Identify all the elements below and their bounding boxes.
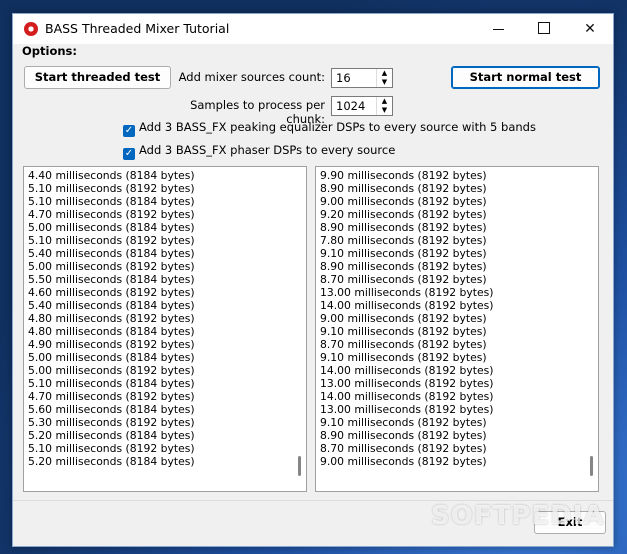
list-item[interactable]: 5.50 milliseconds (8184 bytes) [28,273,288,286]
footer-divider [13,500,613,501]
start-threaded-test-button[interactable]: Start threaded test [24,66,171,89]
list-item[interactable]: 9.10 milliseconds (8192 bytes) [320,416,580,429]
list-item[interactable]: 8.90 milliseconds (8192 bytes) [320,182,580,195]
bass-app-icon [24,22,38,36]
threaded-results-list[interactable]: 4.40 milliseconds (8184 bytes) 5.10 milli… [23,166,307,492]
list-item[interactable]: 4.80 milliseconds (8184 bytes) [28,325,288,338]
sources-count-spin-arrows[interactable]: ▲ ▼ [376,69,392,87]
list-item[interactable]: 9.00 milliseconds (8192 bytes) [320,195,580,208]
list-item[interactable]: 4.40 milliseconds (8184 bytes) [28,169,288,182]
list-item[interactable]: 13.00 milliseconds (8192 bytes) [320,377,580,390]
phaser-checkbox[interactable]: ✓ [123,148,135,160]
list-item[interactable]: 14.00 milliseconds (8192 bytes) [320,364,580,377]
minimize-icon [492,28,504,30]
phaser-checkbox-row[interactable]: ✓ Add 3 BASS_FX phaser DSPs to every sour… [123,143,395,160]
close-button[interactable]: ✕ [567,14,613,44]
list-item[interactable]: 4.90 milliseconds (8192 bytes) [28,338,288,351]
phaser-label: Add 3 BASS_FX phaser DSPs to every sourc… [139,143,396,157]
list-item[interactable]: 5.10 milliseconds (8192 bytes) [28,442,288,455]
normal-results-scrollbar[interactable] [584,167,598,491]
scrollbar-thumb[interactable] [590,456,593,476]
samples-per-chunk-input[interactable] [334,98,380,114]
list-item[interactable]: 5.30 milliseconds (8192 bytes) [28,416,288,429]
list-item[interactable]: 5.10 milliseconds (8184 bytes) [28,377,288,390]
exit-button[interactable]: Exit [534,511,606,534]
list-item[interactable]: 8.70 milliseconds (8192 bytes) [320,338,580,351]
list-item[interactable]: 5.20 milliseconds (8184 bytes) [28,429,288,442]
list-item[interactable]: 9.10 milliseconds (8192 bytes) [320,247,580,260]
list-item[interactable]: 5.60 milliseconds (8184 bytes) [28,403,288,416]
main-window: BASS Threaded Mixer Tutorial ✕ Options: … [12,13,614,547]
list-item[interactable]: 5.10 milliseconds (8184 bytes) [28,195,288,208]
list-item[interactable]: 14.00 milliseconds (8192 bytes) [320,390,580,403]
threaded-results-items: 4.40 milliseconds (8184 bytes) 5.10 milli… [28,169,288,468]
samples-per-chunk-stepper[interactable]: ▲ ▼ [331,96,393,116]
list-item[interactable]: 4.80 milliseconds (8192 bytes) [28,312,288,325]
list-item[interactable]: 4.70 milliseconds (8192 bytes) [28,208,288,221]
maximize-button[interactable] [521,14,567,44]
list-item[interactable]: 5.10 milliseconds (8192 bytes) [28,234,288,247]
spin-down-icon[interactable]: ▼ [377,78,392,87]
list-item[interactable]: 5.40 milliseconds (8184 bytes) [28,247,288,260]
sources-count-stepper[interactable]: ▲ ▼ [331,68,393,88]
list-item[interactable]: 8.70 milliseconds (8192 bytes) [320,442,580,455]
threaded-results-scrollbar[interactable] [292,167,306,491]
list-item[interactable]: 13.00 milliseconds (8192 bytes) [320,286,580,299]
sources-count-label: Add mixer sources count: [178,70,325,84]
list-item[interactable]: 8.90 milliseconds (8192 bytes) [320,429,580,442]
list-item[interactable]: 8.90 milliseconds (8192 bytes) [320,221,580,234]
list-item[interactable]: 5.20 milliseconds (8184 bytes) [28,455,288,468]
list-item[interactable]: 5.00 milliseconds (8192 bytes) [28,364,288,377]
list-item[interactable]: 7.80 milliseconds (8192 bytes) [320,234,580,247]
minimize-button[interactable] [475,14,521,44]
sources-count-input[interactable] [334,70,380,86]
title-bar[interactable]: BASS Threaded Mixer Tutorial ✕ [13,14,613,44]
list-item[interactable]: 5.40 milliseconds (8184 bytes) [28,299,288,312]
list-item[interactable]: 5.00 milliseconds (8184 bytes) [28,221,288,234]
start-normal-test-button[interactable]: Start normal test [451,66,600,89]
list-item[interactable]: 9.00 milliseconds (8192 bytes) [320,312,580,325]
normal-results-list[interactable]: 9.90 milliseconds (8192 bytes) 8.90 milli… [315,166,599,492]
list-item[interactable]: 9.90 milliseconds (8192 bytes) [320,169,580,182]
window-title: BASS Threaded Mixer Tutorial [45,21,230,36]
list-item[interactable]: 8.70 milliseconds (8192 bytes) [320,273,580,286]
list-item[interactable]: 9.20 milliseconds (8192 bytes) [320,208,580,221]
spin-up-icon[interactable]: ▲ [377,97,392,106]
spin-up-icon[interactable]: ▲ [377,69,392,78]
peaking-eq-checkbox-row[interactable]: ✓ Add 3 BASS_FX peaking equalizer DSPs to… [123,120,536,137]
list-item[interactable]: 5.10 milliseconds (8192 bytes) [28,182,288,195]
scrollbar-thumb[interactable] [298,456,301,476]
peaking-eq-checkbox[interactable]: ✓ [123,125,135,137]
list-item[interactable]: 9.10 milliseconds (8192 bytes) [320,325,580,338]
list-item[interactable]: 5.00 milliseconds (8184 bytes) [28,351,288,364]
list-item[interactable]: 14.00 milliseconds (8192 bytes) [320,299,580,312]
spin-down-icon[interactable]: ▼ [377,106,392,115]
list-item[interactable]: 4.60 milliseconds (8192 bytes) [28,286,288,299]
list-item[interactable]: 9.00 milliseconds (8192 bytes) [320,455,580,468]
list-item[interactable]: 9.10 milliseconds (8192 bytes) [320,351,580,364]
list-item[interactable]: 8.90 milliseconds (8192 bytes) [320,260,580,273]
options-heading: Options: [22,44,77,58]
close-icon: ✕ [584,21,596,37]
samples-spin-arrows[interactable]: ▲ ▼ [376,97,392,115]
normal-results-items: 9.90 milliseconds (8192 bytes) 8.90 milli… [320,169,580,468]
maximize-icon [538,21,550,34]
peaking-eq-label: Add 3 BASS_FX peaking equalizer DSPs to … [139,120,536,134]
list-item[interactable]: 4.70 milliseconds (8192 bytes) [28,390,288,403]
list-item[interactable]: 5.00 milliseconds (8192 bytes) [28,260,288,273]
list-item[interactable]: 13.00 milliseconds (8192 bytes) [320,403,580,416]
